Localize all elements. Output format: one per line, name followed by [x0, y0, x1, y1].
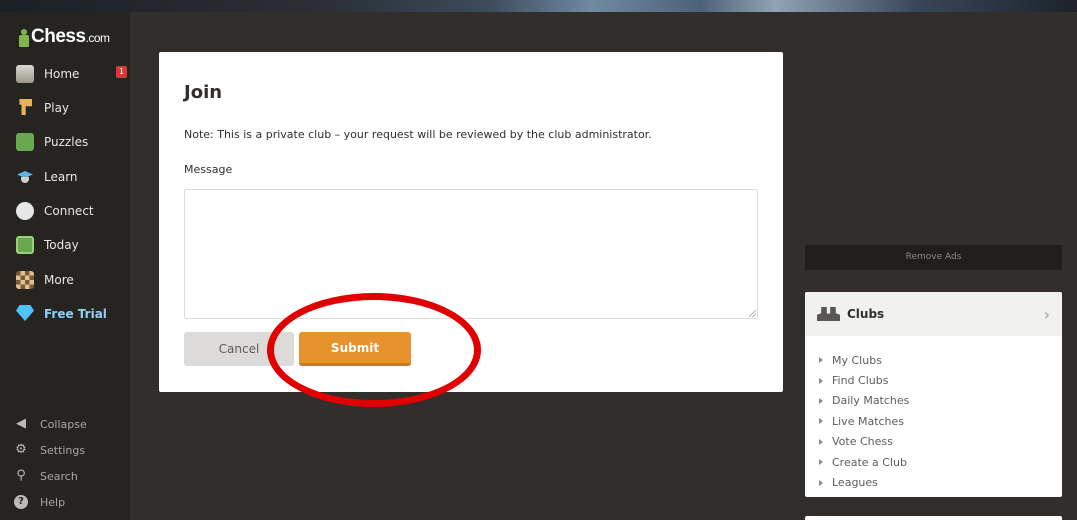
message-textarea[interactable]: [184, 189, 758, 319]
triangle-icon: [819, 357, 823, 364]
triangle-icon: [819, 397, 823, 404]
chevron-right-icon[interactable]: ›: [1044, 305, 1050, 324]
join-dialog: Join Note: This is a private club – your…: [159, 52, 783, 392]
sidebar-item-label: Free Trial: [44, 307, 107, 321]
search-label: Search: [40, 469, 78, 483]
triangle-icon: [819, 377, 823, 384]
dialog-title: Join: [184, 82, 223, 103]
help-icon: ?: [14, 495, 28, 509]
sidebar-item-today[interactable]: Today: [16, 234, 128, 256]
triangle-icon: [819, 418, 823, 425]
clubs-title: Clubs: [847, 307, 885, 321]
gear-icon: ⚙: [15, 442, 27, 457]
more-icon: [16, 271, 34, 289]
chess-logo[interactable]: Chess.com: [18, 26, 110, 47]
remove-ads-link[interactable]: Remove Ads: [805, 245, 1062, 270]
play-icon: [16, 99, 34, 117]
message-label: Message: [184, 163, 233, 176]
collapse-icon: ◀: [16, 416, 26, 431]
collapse-label: Collapse: [40, 417, 87, 431]
settings-button[interactable]: ⚙ Settings: [14, 441, 85, 459]
sidebar-item-puzzles[interactable]: Puzzles: [16, 131, 128, 153]
today-icon: [16, 236, 34, 254]
home-icon: [16, 65, 34, 83]
puzzles-icon: [16, 133, 34, 151]
help-label: Help: [40, 495, 66, 509]
sidebar-item-label: More: [44, 273, 74, 287]
triangle-icon: [819, 479, 823, 486]
triangle-icon: [819, 459, 823, 466]
users-icon: [817, 307, 839, 321]
search-icon: ⚲: [16, 468, 26, 483]
sidebar-item-label: Puzzles: [44, 135, 89, 149]
sidebar: Chess.com Home 1 Play Puzzles Learn Conn…: [0, 12, 130, 520]
clubs-link-live-matches[interactable]: Live Matches: [819, 411, 1062, 431]
sidebar-item-free-trial[interactable]: Free Trial: [16, 303, 128, 325]
notification-badge: 1: [116, 66, 127, 78]
clubs-panel: Clubs › My Clubs Find Clubs Daily Matche…: [805, 292, 1062, 497]
collapse-button[interactable]: ◀ Collapse: [14, 415, 87, 433]
settings-label: Settings: [40, 443, 86, 457]
header-banner-image: [0, 0, 1077, 12]
sidebar-item-home[interactable]: Home 1: [16, 63, 128, 85]
sidebar-item-label: Today: [44, 238, 79, 252]
private-club-note: Note: This is a private club – your requ…: [184, 128, 652, 141]
clubs-link-daily-matches[interactable]: Daily Matches: [819, 391, 1062, 411]
clubs-link-my-clubs[interactable]: My Clubs: [819, 350, 1062, 370]
learn-icon: [16, 168, 34, 186]
search-button[interactable]: ⚲ Search: [14, 467, 78, 485]
diamond-icon: [16, 305, 34, 323]
clubs-link-find-clubs[interactable]: Find Clubs: [819, 370, 1062, 390]
submit-button[interactable]: Submit: [299, 332, 411, 366]
resize-handle-icon[interactable]: [749, 310, 756, 317]
clubs-link-vote-chess[interactable]: Vote Chess: [819, 432, 1062, 452]
next-panel-edge: [805, 516, 1062, 520]
sidebar-item-label: Play: [44, 101, 70, 115]
sidebar-item-play[interactable]: Play: [16, 97, 128, 119]
sidebar-item-label: Learn: [44, 170, 78, 184]
triangle-icon: [819, 438, 823, 445]
sidebar-item-connect[interactable]: Connect: [16, 200, 128, 222]
clubs-menu: My Clubs Find Clubs Daily Matches Live M…: [805, 336, 1062, 493]
help-button[interactable]: ? Help: [14, 493, 65, 511]
logo-text: Chess.com: [31, 26, 110, 47]
clubs-header[interactable]: Clubs ›: [805, 292, 1062, 336]
cancel-button[interactable]: Cancel: [184, 332, 294, 366]
clubs-link-leagues[interactable]: Leagues: [819, 472, 1062, 492]
sidebar-item-more[interactable]: More: [16, 269, 128, 291]
sidebar-item-label: Connect: [44, 204, 94, 218]
connect-icon: [16, 202, 34, 220]
pawn-icon: [18, 29, 30, 47]
sidebar-item-learn[interactable]: Learn: [16, 166, 128, 188]
sidebar-item-label: Home: [44, 67, 80, 81]
clubs-link-create-club[interactable]: Create a Club: [819, 452, 1062, 472]
